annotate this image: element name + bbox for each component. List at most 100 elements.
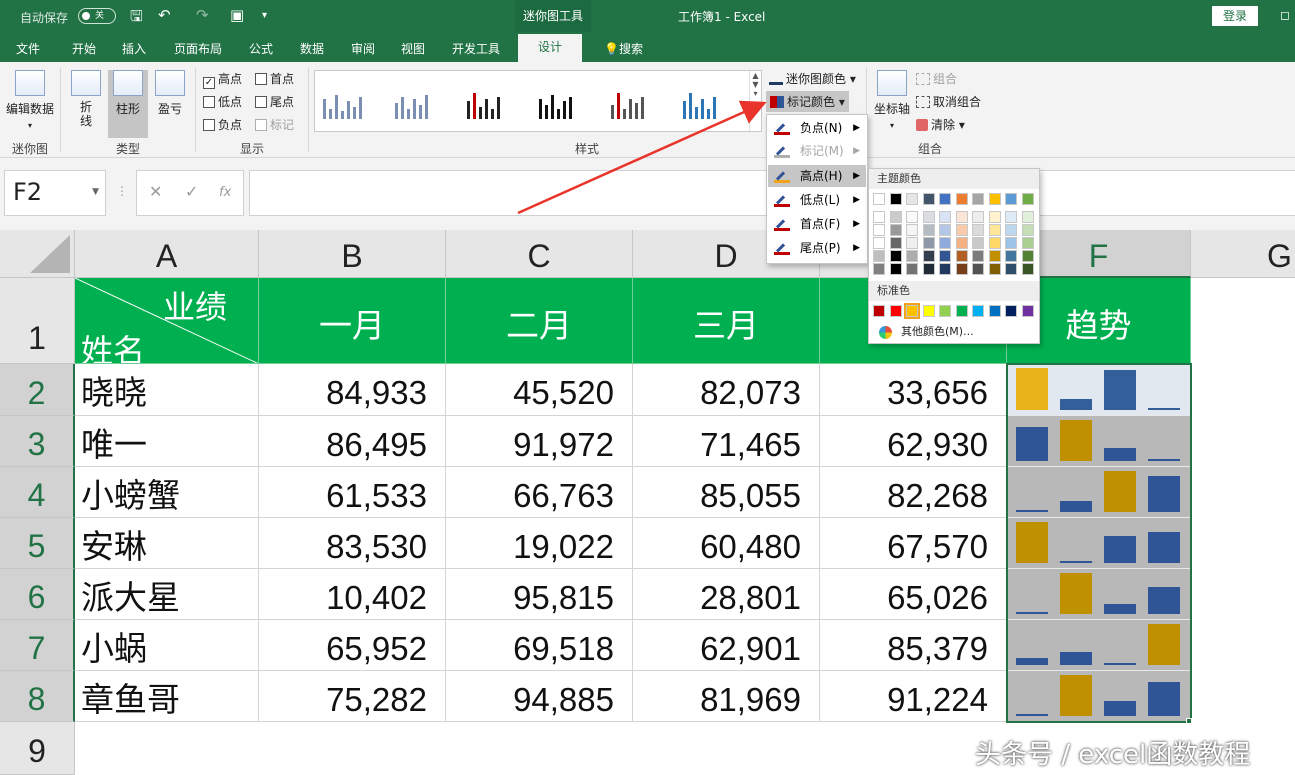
- value-cell[interactable]: 65,026: [820, 569, 1007, 620]
- value-cell[interactable]: 85,379: [820, 620, 1007, 671]
- column-type-button[interactable]: 柱形: [108, 70, 148, 138]
- winloss-type-button[interactable]: 盈亏: [150, 70, 190, 138]
- theme-shade-swatch[interactable]: [955, 224, 968, 236]
- theme-shade-swatch[interactable]: [889, 250, 902, 262]
- column-header[interactable]: A: [75, 230, 259, 278]
- standard-color-swatch[interactable]: [904, 303, 920, 319]
- theme-shade-swatch[interactable]: [906, 263, 918, 275]
- theme-shade-swatch[interactable]: [955, 237, 968, 249]
- redo-icon[interactable]: ↷: [196, 6, 209, 24]
- style-thumb[interactable]: [321, 83, 377, 119]
- row-header[interactable]: 6: [0, 569, 75, 620]
- theme-shade-swatch[interactable]: [955, 263, 968, 275]
- sparkline-cell[interactable]: [1007, 620, 1191, 671]
- theme-shade-swatch[interactable]: [873, 237, 885, 249]
- value-cell[interactable]: 62,901: [633, 620, 820, 671]
- tab-formulas[interactable]: 公式: [249, 40, 273, 57]
- enter-icon[interactable]: ✓: [185, 182, 198, 201]
- menu-item-first-point[interactable]: 首点(F) ▶: [768, 213, 866, 235]
- theme-shade-swatch[interactable]: [988, 237, 1001, 249]
- theme-shade-swatch[interactable]: [1005, 263, 1017, 275]
- theme-shade-swatch[interactable]: [889, 237, 902, 249]
- theme-shade-swatch[interactable]: [889, 224, 902, 236]
- theme-shade-swatch[interactable]: [873, 263, 885, 275]
- sparkline-cell[interactable]: [1007, 671, 1191, 722]
- theme-shade-swatch[interactable]: [1021, 263, 1034, 275]
- value-cell[interactable]: 10,402: [259, 569, 446, 620]
- more-colors-button[interactable]: 其他颜色(M)...: [873, 323, 1033, 341]
- theme-shade-swatch[interactable]: [922, 211, 935, 223]
- tab-file[interactable]: 文件: [16, 40, 40, 57]
- cancel-icon[interactable]: ✕: [149, 182, 162, 201]
- undo-icon[interactable]: ↶: [158, 6, 171, 24]
- tab-data[interactable]: 数据: [300, 40, 324, 57]
- value-cell[interactable]: 86,495: [259, 416, 446, 467]
- standard-color-swatch[interactable]: [939, 305, 951, 317]
- theme-shade-swatch[interactable]: [988, 211, 1001, 223]
- value-cell[interactable]: 28,801: [633, 569, 820, 620]
- column-header[interactable]: G: [1191, 230, 1295, 278]
- name-cell[interactable]: 派大星: [75, 569, 259, 620]
- negative-point-checkbox[interactable]: 负点: [203, 116, 242, 133]
- menu-item-high-point[interactable]: 高点(H) ▶: [768, 165, 866, 187]
- value-cell[interactable]: 65,952: [259, 620, 446, 671]
- theme-shade-swatch[interactable]: [1005, 250, 1017, 262]
- theme-shade-swatch[interactable]: [873, 224, 885, 236]
- select-all-corner[interactable]: [0, 230, 75, 278]
- fill-handle[interactable]: [1186, 718, 1192, 724]
- value-cell[interactable]: 75,282: [259, 671, 446, 722]
- tab-search[interactable]: 💡搜索: [604, 40, 643, 57]
- style-thumb[interactable]: [681, 83, 737, 119]
- value-cell[interactable]: 83,530: [259, 518, 446, 569]
- theme-shade-swatch[interactable]: [906, 250, 918, 262]
- theme-shade-swatch[interactable]: [1021, 237, 1034, 249]
- theme-shade-swatch[interactable]: [955, 250, 968, 262]
- high-point-checkbox[interactable]: ✓ 高点: [203, 70, 242, 89]
- theme-shade-swatch[interactable]: [972, 250, 984, 262]
- customize-toolbar-icon[interactable]: ▾: [262, 10, 267, 21]
- theme-shade-swatch[interactable]: [988, 224, 1001, 236]
- tab-insert[interactable]: 插入: [122, 40, 146, 57]
- theme-shade-swatch[interactable]: [972, 263, 984, 275]
- theme-color-swatch[interactable]: [1021, 193, 1034, 205]
- name-cell[interactable]: 安琳: [75, 518, 259, 569]
- theme-shade-swatch[interactable]: [906, 237, 918, 249]
- ungroup-button[interactable]: 取消组合: [916, 93, 981, 110]
- theme-shade-swatch[interactable]: [1021, 250, 1034, 262]
- row-header[interactable]: 9: [0, 722, 75, 775]
- menu-item-low-point[interactable]: 低点(L) ▶: [768, 189, 866, 211]
- value-cell[interactable]: 67,570: [820, 518, 1007, 569]
- theme-color-swatch[interactable]: [955, 193, 968, 205]
- row-header[interactable]: 5: [0, 518, 75, 569]
- sparkline-cell[interactable]: [1007, 364, 1191, 416]
- theme-shade-swatch[interactable]: [955, 211, 968, 223]
- chevron-down-icon[interactable]: ▼: [92, 187, 99, 197]
- value-cell[interactable]: 95,815: [446, 569, 633, 620]
- line-type-button[interactable]: 折线: [66, 70, 106, 138]
- standard-color-swatch[interactable]: [922, 305, 935, 317]
- tab-developer[interactable]: 开发工具: [452, 40, 500, 57]
- theme-shade-swatch[interactable]: [939, 211, 951, 223]
- value-cell[interactable]: 69,518: [446, 620, 633, 671]
- sparkline-cell[interactable]: [1007, 569, 1191, 620]
- tab-view[interactable]: 视图: [401, 40, 425, 57]
- theme-shade-swatch[interactable]: [906, 211, 918, 223]
- theme-shade-swatch[interactable]: [889, 263, 902, 275]
- month-header-cell[interactable]: 二月: [446, 278, 633, 364]
- theme-shade-swatch[interactable]: [1005, 237, 1017, 249]
- style-thumb[interactable]: [537, 83, 593, 119]
- theme-color-swatch[interactable]: [889, 193, 902, 205]
- value-cell[interactable]: 82,268: [820, 467, 1007, 518]
- tab-home[interactable]: 开始: [72, 40, 96, 57]
- tab-design[interactable]: 设计: [518, 34, 583, 62]
- name-cell[interactable]: 唯一: [75, 416, 259, 467]
- value-cell[interactable]: 62,930: [820, 416, 1007, 467]
- gallery-scroll[interactable]: ▲ ▼ ▾: [749, 71, 761, 133]
- theme-color-swatch[interactable]: [922, 193, 935, 205]
- style-gallery[interactable]: ▲ ▼ ▾: [314, 70, 762, 133]
- low-point-checkbox[interactable]: 低点: [203, 93, 242, 110]
- standard-color-swatch[interactable]: [955, 305, 968, 317]
- theme-shade-swatch[interactable]: [939, 263, 951, 275]
- theme-shade-swatch[interactable]: [1005, 224, 1017, 236]
- value-cell[interactable]: 45,520: [446, 364, 633, 416]
